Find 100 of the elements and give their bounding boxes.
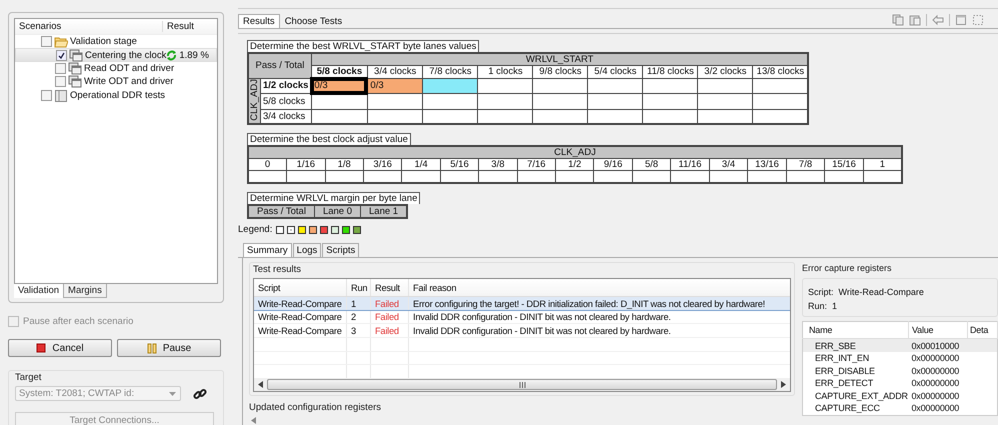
windows-icon (69, 48, 83, 62)
folder-icon (54, 35, 68, 48)
column-header: 3/4 clocks (367, 66, 423, 78)
windows-icon (68, 62, 82, 75)
table-cell[interactable] (532, 78, 588, 94)
scenario-label: Write ODT and driver (84, 76, 174, 88)
scenario-row[interactable]: Centering the clock 1.89 % (15, 48, 217, 62)
table-cell: Failed (370, 310, 408, 324)
column-header[interactable]: Fail reason (408, 279, 790, 297)
table-cell: Failed (370, 324, 408, 338)
table-cell: 0x00000000 (908, 402, 968, 416)
checkbox[interactable] (41, 90, 52, 101)
table-cell: Invalid DDR configuration - DINIT bit was not cleared by hardware. (408, 324, 790, 338)
column-header: 0 (248, 158, 287, 171)
tab[interactable]: Validation (14, 284, 64, 298)
group-title: Error capture registers (802, 262, 893, 274)
right-arrow-icon[interactable] (781, 381, 786, 388)
left-arrow-icon[interactable] (258, 381, 263, 388)
tab[interactable]: Scripts (322, 243, 360, 258)
section-title: Determine WRLVL margin per byte lane (247, 192, 420, 204)
table-cell: ERR_DISABLE (802, 364, 908, 377)
tab[interactable]: Margins (64, 284, 107, 298)
column-header: 9/8 clocks (532, 66, 588, 78)
column-header[interactable]: Result (370, 279, 408, 297)
table-cell[interactable] (311, 109, 368, 124)
cancel-button[interactable]: Cancel (8, 339, 112, 357)
table-cell[interactable] (588, 78, 643, 94)
table-cell[interactable] (698, 78, 753, 94)
tab[interactable]: Summary (243, 243, 292, 258)
tab[interactable]: Choose Tests (280, 14, 348, 28)
table-cell: 0x00000000 (908, 364, 968, 377)
table-cell[interactable] (642, 94, 698, 109)
table-cell: 0x00000000 (908, 377, 968, 390)
table-cell[interactable] (588, 109, 643, 124)
pause-button[interactable]: Pause (117, 339, 221, 357)
scenario-row[interactable]: Operational DDR tests (15, 88, 217, 102)
table-cell[interactable]: 0/3 (311, 78, 368, 94)
table-cell[interactable]: 0/3 (367, 78, 423, 94)
scenario-row[interactable]: Write ODT and driver (15, 75, 217, 89)
column-header: 1 clocks (478, 66, 533, 78)
windows-icon (68, 75, 82, 88)
table-cell: ERR_INT_EN (802, 352, 908, 364)
field-label: Script: (808, 286, 834, 300)
tab[interactable]: Results (238, 14, 280, 28)
table-cell[interactable] (642, 78, 698, 94)
table-cell[interactable] (752, 78, 808, 94)
table-cell[interactable] (478, 94, 533, 109)
table-cell: 0x00000000 (908, 352, 968, 364)
tab[interactable]: Logs (292, 243, 322, 258)
table-cell: Write-Read-Compare (254, 296, 346, 310)
table-cell[interactable] (752, 94, 808, 109)
table-cell[interactable] (642, 109, 698, 124)
window-icon (54, 88, 68, 102)
scenario-row[interactable]: Read ODT and driver (15, 62, 217, 76)
stop-icon (36, 343, 46, 353)
scenario-row[interactable]: Validation stage (15, 35, 217, 48)
scenario-label: Validation stage (70, 36, 137, 48)
group-title: Updated configuration registers (249, 402, 382, 414)
legend-label: Legend: (238, 224, 272, 236)
column-header: 11/8 clocks (642, 66, 698, 78)
table-cell[interactable] (367, 109, 423, 124)
table-cell[interactable] (422, 94, 478, 109)
table-cell[interactable] (752, 109, 808, 124)
table-cell: ERR_DETECT (802, 377, 908, 390)
table-header: CLK_ADJ (248, 146, 902, 159)
column-header[interactable]: Run (346, 279, 370, 297)
checkbox[interactable] (55, 62, 66, 74)
row-group-label: CLK_ADJ (249, 78, 260, 120)
checkbox[interactable] (55, 76, 66, 88)
column-header: 7/8 clocks (422, 66, 478, 78)
field-value: 1 (832, 300, 838, 314)
table-cell[interactable] (422, 78, 478, 94)
table-cell[interactable] (698, 94, 753, 109)
table-cell[interactable] (588, 94, 643, 109)
checkbox[interactable] (41, 36, 52, 48)
table-cell[interactable] (478, 109, 533, 124)
table-header: Lane 0 (314, 205, 360, 218)
checkbox[interactable] (56, 50, 67, 61)
link-icon[interactable] (193, 386, 207, 400)
table-header: Pass / Total (248, 53, 312, 78)
group-title: Test results (253, 264, 302, 276)
checkbox-label: Pause after each scenario (23, 316, 134, 327)
table-cell: Error configuring the target! - DDR initialization failed: D_INIT was not cleared by hardware! (408, 296, 790, 310)
table-cell[interactable] (532, 94, 588, 109)
field-label: Run: (808, 300, 828, 314)
table-cell[interactable] (698, 109, 753, 124)
grip-icon (518, 382, 526, 388)
column-header[interactable]: Script (254, 279, 346, 297)
table-cell: Write-Read-Compare (254, 324, 346, 338)
column-header: Result (166, 21, 195, 32)
table-cell[interactable] (478, 78, 533, 94)
caret-icon (169, 392, 176, 396)
group-title: Target (15, 372, 42, 384)
table-cell[interactable] (532, 109, 588, 124)
table-cell: CAPTURE_EXT_ADDR (802, 390, 908, 402)
table-cell[interactable] (422, 109, 478, 124)
scenario-label: Read ODT and driver (84, 62, 174, 74)
table-header: Lane 1 (360, 205, 408, 218)
table-cell[interactable] (367, 94, 423, 109)
table-cell: 3 (346, 324, 370, 338)
